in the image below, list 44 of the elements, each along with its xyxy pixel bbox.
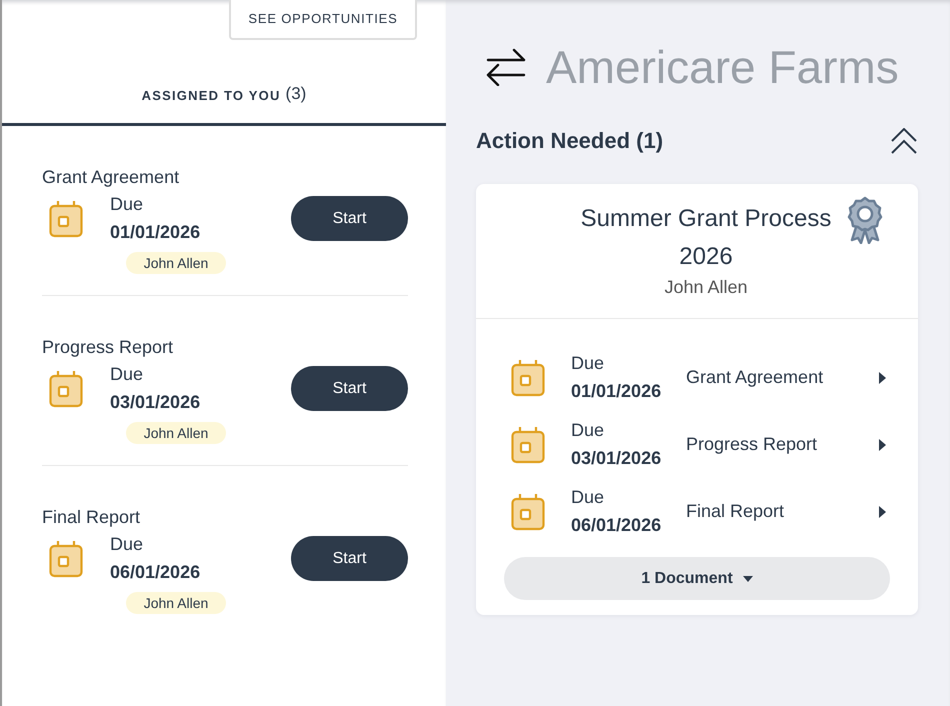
step-name[interactable]: Final Report (686, 501, 878, 522)
task-title: Final Report (42, 507, 140, 528)
due-label: Due (571, 353, 604, 374)
assignee-badge: John Allen (126, 422, 226, 444)
due-date: 06/01/2026 (110, 562, 200, 583)
calendar-icon (511, 358, 545, 396)
step-name[interactable]: Progress Report (686, 434, 878, 455)
documents-dropdown-button[interactable]: 1 Document (504, 557, 890, 600)
step-name[interactable]: Grant Agreement (686, 367, 878, 388)
double-chevron-up-icon[interactable] (890, 128, 918, 154)
caret-icon[interactable] (878, 438, 886, 450)
task-title: Grant Agreement (42, 167, 180, 188)
process-title: Summer Grant Process 2026 (580, 204, 832, 272)
start-button[interactable]: Start (291, 196, 408, 241)
assignee-badge: John Allen (126, 592, 226, 614)
due-date: 01/01/2026 (571, 381, 662, 402)
due-label: Due (571, 420, 604, 441)
section-heading: Action Needed (1) (476, 128, 664, 154)
calendar-icon (49, 370, 83, 408)
start-button[interactable]: Start (291, 536, 408, 581)
assigned-tab[interactable]: ASSIGNED TO YOU (3) (2, 84, 446, 126)
start-button[interactable]: Start (291, 366, 408, 411)
calendar-icon (49, 540, 83, 578)
due-label: Due (110, 534, 144, 555)
caret-icon[interactable] (878, 372, 886, 384)
calendar-icon (511, 426, 545, 464)
dropdown-caret-icon (742, 576, 753, 582)
due-date: 03/01/2026 (571, 448, 662, 469)
due-date: 06/01/2026 (571, 515, 662, 536)
calendar-icon (49, 200, 83, 238)
due-label: Due (110, 364, 144, 385)
swap-arrows-icon[interactable] (486, 48, 526, 86)
calendar-icon (511, 492, 545, 530)
process-owner: John Allen (664, 277, 748, 298)
task-title: Progress Report (42, 337, 174, 358)
due-label: Due (110, 194, 144, 215)
award-ribbon-icon (846, 196, 884, 244)
due-label: Due (571, 487, 604, 508)
due-date: 03/01/2026 (110, 392, 200, 413)
organization-title: Americare Farms (546, 40, 899, 94)
assignee-badge: John Allen (126, 252, 226, 274)
see-opportunities-button[interactable]: SEE OPPORTUNITIES (229, 0, 417, 40)
due-date: 01/01/2026 (110, 222, 200, 243)
caret-icon[interactable] (878, 506, 886, 518)
